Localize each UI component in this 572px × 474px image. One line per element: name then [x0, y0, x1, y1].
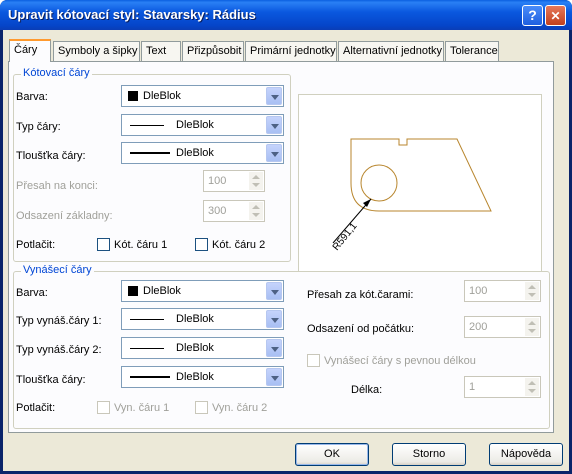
ext-linetype2-value: DleBlok [176, 342, 214, 354]
preview-pane: R591,1 [298, 94, 542, 272]
suppress-dim2-label: Kót. čáru 2 [212, 239, 266, 251]
tab-symbols-arrows[interactable]: Symboly a šipky [53, 41, 140, 61]
ext-lines-legend: Vynášecí čáry [21, 264, 94, 276]
tab-alternate-units[interactable]: Alternativní jednotky [338, 41, 444, 61]
cancel-button[interactable]: Storno [392, 443, 466, 466]
preview-arrowhead [363, 199, 371, 207]
close-button[interactable]: ✕ [545, 5, 566, 26]
preview-part-outline [350, 138, 492, 212]
dim-lineweight-label: Tloušťka čáry: [16, 150, 86, 162]
dimension-preview-drawing: R591,1 [331, 138, 492, 253]
dialog-body: Čáry Symboly a šipky Text Přizpůsobit Pr… [3, 30, 569, 471]
ext-lineweight-select[interactable]: DleBlok [121, 366, 284, 388]
ext-color-label: Barva: [16, 287, 48, 299]
suppress-ext1-checkbox[interactable] [97, 401, 110, 414]
dim-lineweight-select[interactable]: DleBlok [121, 142, 284, 164]
linetype-sample [130, 319, 164, 320]
chevron-down-icon[interactable] [266, 87, 282, 105]
spinner-arrows[interactable] [249, 202, 263, 220]
ext-offset-value: 200 [469, 321, 488, 333]
dim-color-label: Barva: [16, 91, 48, 103]
chevron-down-icon[interactable] [266, 310, 282, 328]
suppress-ext1-label: Vyn. čáru 1 [114, 402, 170, 414]
ext-offset-label: Odsazení od počátku: [307, 323, 415, 335]
dim-extend-value: 100 [208, 175, 227, 187]
color-swatch [128, 286, 138, 296]
help-title-button[interactable]: ? [522, 5, 543, 26]
suppress-dim1-label: Kót. čáru 1 [114, 239, 168, 251]
ext-color-select[interactable]: DleBlok [121, 280, 284, 302]
dim-color-select[interactable]: DleBlok [121, 85, 284, 107]
fixed-length-checkbox[interactable] [307, 354, 320, 367]
tab-panel-lines: Kótovací čáry Barva: DleBlok Typ čáry: D… [8, 61, 554, 433]
lineweight-sample [130, 376, 170, 378]
dim-baseline-label: Odsazení základny: [16, 210, 113, 222]
suppress-ext2-label: Vyn. čáru 2 [212, 402, 268, 414]
ext-linetype1-select[interactable]: DleBlok [121, 308, 284, 330]
tab-text[interactable]: Text [141, 41, 181, 61]
length-value: 1 [469, 381, 476, 393]
ext-lineweight-value: DleBlok [176, 371, 214, 383]
chevron-down-icon[interactable] [266, 144, 282, 162]
window-title: Upravit kótovací styl: Stavarsky: Rádius [8, 7, 256, 22]
chevron-down-icon[interactable] [266, 282, 282, 300]
tab-tolerance[interactable]: Tolerance [445, 41, 499, 61]
spinner-arrows[interactable] [525, 282, 539, 300]
chevron-down-icon[interactable] [266, 116, 282, 134]
chevron-down-icon[interactable] [266, 368, 282, 386]
dim-extend-spinner[interactable]: 100 [203, 170, 265, 192]
ext-linetype1-value: DleBlok [176, 313, 214, 325]
ext-linetype2-label: Typ vynáš.čáry 2: [16, 344, 102, 356]
suppress-dim2-checkbox[interactable] [195, 238, 208, 251]
length-spinner[interactable]: 1 [464, 376, 541, 398]
color-swatch [128, 91, 138, 101]
title-bar[interactable]: Upravit kótovací styl: Stavarsky: Rádius… [0, 0, 572, 30]
tab-lines[interactable]: Čáry [9, 39, 51, 62]
help-button[interactable]: Nápověda [489, 443, 563, 466]
dim-extend-label: Přesah na konci: [16, 180, 98, 192]
lineweight-sample [130, 152, 170, 154]
ext-beyond-label: Přesah za kót.čarami: [307, 289, 414, 301]
dim-color-value: DleBlok [143, 90, 181, 102]
dim-linetype-label: Typ čáry: [16, 121, 61, 133]
ext-offset-spinner[interactable]: 200 [464, 316, 541, 338]
ext-beyond-value: 100 [469, 285, 488, 297]
close-icon: ✕ [550, 9, 561, 23]
spinner-arrows[interactable] [525, 318, 539, 336]
dim-lines-legend: Kótovací čáry [21, 67, 92, 79]
ext-linetype1-label: Typ vynáš.čáry 1: [16, 315, 102, 327]
suppress-ext2-checkbox[interactable] [195, 401, 208, 414]
dim-linetype-select[interactable]: DleBlok [121, 114, 284, 136]
spinner-arrows[interactable] [249, 172, 263, 190]
ext-suppress-label: Potlačit: [16, 402, 56, 414]
length-label: Délka: [351, 384, 383, 396]
suppress-dim1-checkbox[interactable] [97, 238, 110, 251]
dialog-window: Upravit kótovací styl: Stavarsky: Rádius… [0, 0, 572, 474]
dim-linetype-value: DleBlok [176, 119, 214, 131]
linetype-sample [130, 348, 164, 349]
preview-dimension-text: R591,1 [331, 221, 360, 253]
tab-fit[interactable]: Přizpůsobit [182, 41, 244, 61]
preview-circle [360, 164, 398, 202]
ok-button[interactable]: OK [295, 443, 369, 466]
ext-lineweight-label: Tloušťka čáry: [16, 374, 86, 386]
ext-color-value: DleBlok [143, 285, 181, 297]
ext-linetype2-select[interactable]: DleBlok [121, 337, 284, 359]
dim-baseline-spinner[interactable]: 300 [203, 200, 265, 222]
dim-baseline-value: 300 [208, 205, 227, 217]
chevron-down-icon[interactable] [266, 339, 282, 357]
dim-suppress-label: Potlačit: [16, 239, 56, 251]
spinner-arrows[interactable] [525, 378, 539, 396]
ext-beyond-spinner[interactable]: 100 [464, 280, 541, 302]
fixed-length-label: Vynášecí čáry s pevnou délkou [324, 355, 476, 367]
tab-primary-units[interactable]: Primární jednotky [245, 41, 337, 61]
linetype-sample [130, 125, 164, 126]
dim-lineweight-value: DleBlok [176, 147, 214, 159]
